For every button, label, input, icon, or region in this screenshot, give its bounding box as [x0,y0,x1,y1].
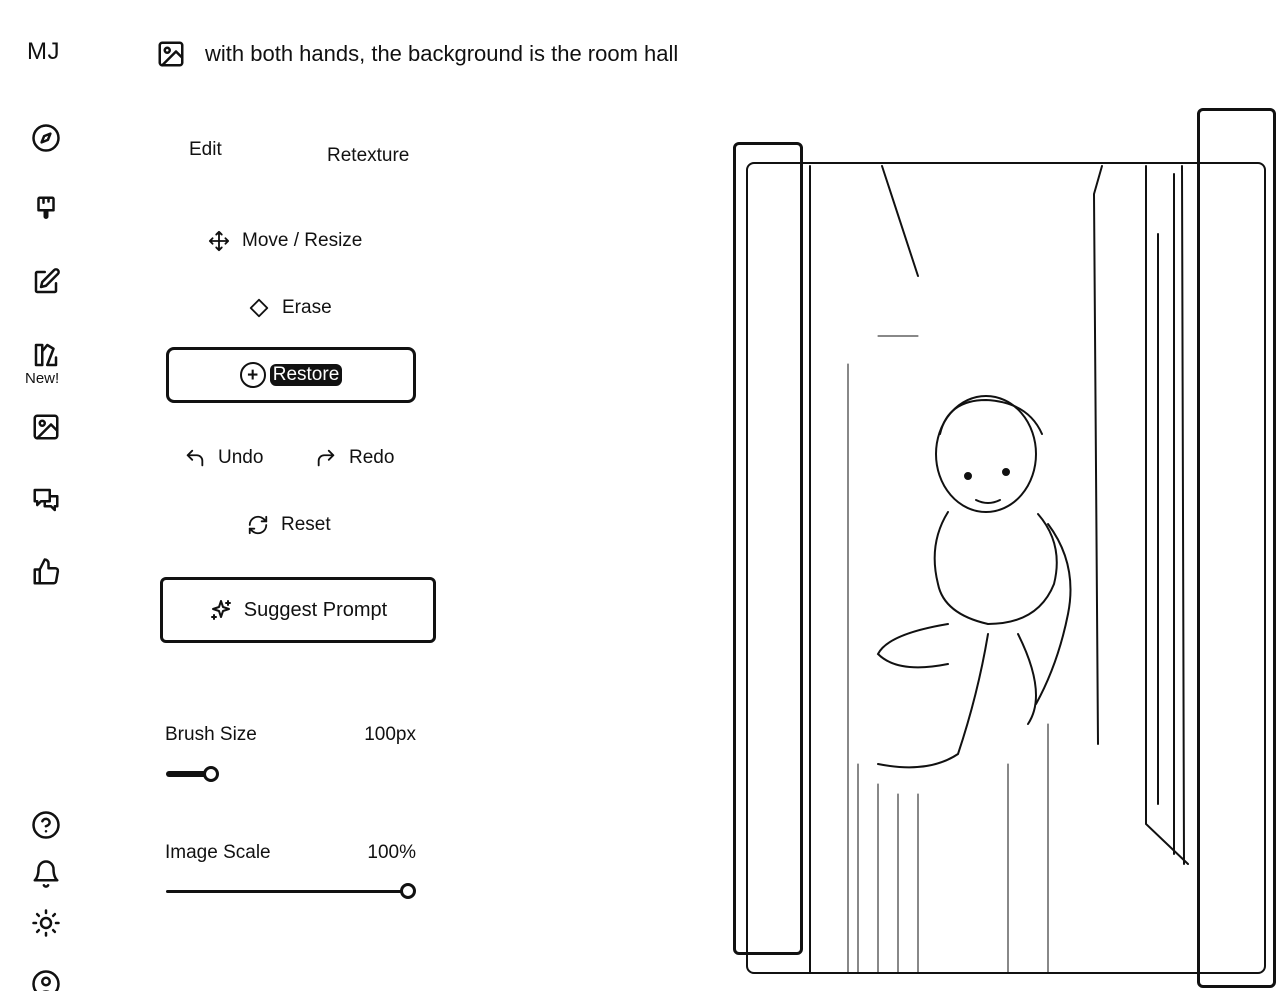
undo-button[interactable]: Undo [184,447,263,469]
user-icon[interactable] [30,968,62,991]
edit-icon[interactable] [30,266,62,298]
undo-icon [186,449,204,467]
restore-button[interactable]: Restore [166,347,416,403]
reset-button[interactable]: Reset [247,514,331,536]
suggest-prompt-button[interactable]: Suggest Prompt [160,577,436,643]
resize-handle-left[interactable] [733,142,803,955]
prompt-text: with both hands, the background is the r… [205,41,679,66]
move-resize-button[interactable]: Move / Resize [208,230,362,252]
bell-icon[interactable] [30,858,62,890]
brush-size-value: 100px [364,724,416,745]
tab-edit[interactable]: Edit [189,139,222,161]
new-badge: New! [25,370,60,387]
undo-label: Undo [218,447,264,468]
prompt-bar[interactable]: with both hands, the background is the r… [156,38,678,70]
move-icon [208,230,230,252]
plus-circle-icon [239,362,266,388]
sun-icon[interactable] [30,907,62,939]
suggest-prompt-label: Suggest Prompt [243,598,388,621]
redo-label: Redo [349,447,395,468]
resize-handle-right[interactable] [1197,108,1276,988]
sparkle-icon [210,600,231,620]
photo-sketch [809,165,1189,972]
brush-size-label: Brush Size [165,724,257,745]
new-feature-icon[interactable] [30,339,62,371]
app-logo[interactable]: MJ [27,38,60,66]
erase-label: Erase [282,297,332,318]
image-canvas[interactable] [746,162,1266,974]
redo-icon [317,449,335,467]
image-scale-value: 100% [367,842,416,863]
help-icon[interactable] [30,809,62,841]
image-icon [158,41,184,67]
image-scale-label: Image Scale [165,842,271,863]
image-scale-track [166,890,406,893]
tab-retexture[interactable]: Retexture [327,145,409,167]
thumbs-up-icon[interactable] [30,556,62,588]
compass-icon[interactable] [30,122,62,154]
chat-icon[interactable] [30,484,62,516]
eraser-icon [249,298,269,318]
erase-button[interactable]: Erase [248,297,332,319]
move-resize-label: Move / Resize [242,230,363,251]
brush-icon[interactable] [30,193,62,225]
brush-size-thumb[interactable] [203,766,219,782]
image-scale-thumb[interactable] [400,883,416,899]
image-icon[interactable] [30,411,62,443]
redo-button[interactable]: Redo [315,447,394,469]
restore-label: Restore [269,364,343,386]
reset-icon [248,515,268,535]
reset-label: Reset [281,514,331,535]
